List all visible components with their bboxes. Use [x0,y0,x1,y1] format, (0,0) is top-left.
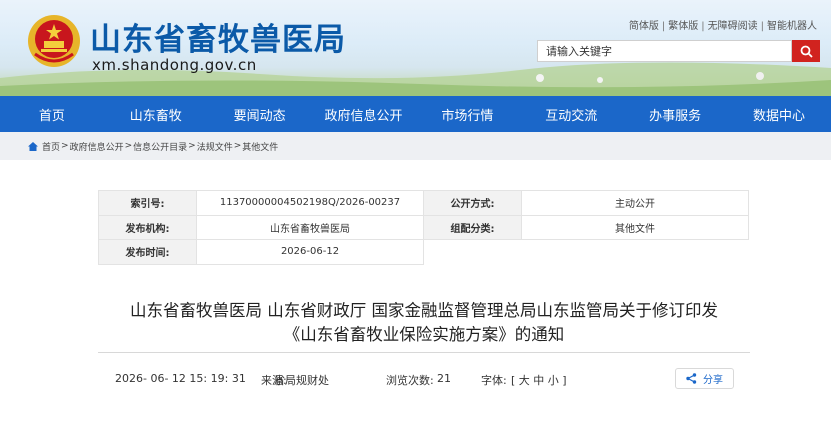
share-label: 分享 [703,375,723,386]
breadcrumb-other-docs[interactable]: 其他文件 [242,140,278,153]
breadcrumb-info-catalog[interactable]: 信息公开目录 [133,140,187,153]
meta-row: 发布机构: 山东省畜牧兽医局 组配分类: 其他文件 [98,214,749,240]
title-line-2: 《山东省畜牧业保险实施方案》的通知 [283,325,565,344]
national-emblem-icon [28,15,80,67]
breadcrumb-separator: > [61,141,69,151]
nav-shandong-livestock[interactable]: 山东畜牧 [104,96,208,132]
top-links: 简体版 | 繁体版 | 无障碍阅读 | 智能机器人 [629,17,817,32]
search-bar [537,40,820,62]
date-label: 发布时间: [98,239,197,265]
meta-row: 发布时间: 2026-06-12 [98,239,749,265]
share-button[interactable]: 分享 [675,368,734,389]
empty-cell [522,240,749,265]
search-icon [800,45,813,58]
nav-news[interactable]: 要闻动态 [208,96,312,132]
link-accessible[interactable]: 无障碍阅读 [708,21,758,32]
org-label: 发布机构: [98,214,197,240]
share-icon [686,373,697,384]
breadcrumb-gov-info[interactable]: 政府信息公开 [70,140,124,153]
method-label: 公开方式: [423,190,522,216]
meta-row: 索引号: 11370000004502198Q/2026-00237 公开方式:… [98,190,749,216]
nav-gov-info[interactable]: 政府信息公开 [312,96,416,132]
index-value: 11370000004502198Q/2026-00237 [196,190,424,216]
link-robot[interactable]: 智能机器人 [767,21,817,32]
breadcrumb-separator: > [124,141,133,151]
nav-market[interactable]: 市场行情 [416,96,520,132]
method-value: 主动公开 [521,190,749,216]
home-icon [28,141,38,151]
link-separator: | [760,21,764,32]
link-traditional[interactable]: 繁体版 [668,21,698,32]
main-nav: 首页 山东畜牧 要闻动态 政府信息公开 市场行情 互动交流 办事服务 数据中心 [0,96,831,132]
document-meta-table: 索引号: 11370000004502198Q/2026-00237 公开方式:… [98,190,749,265]
nav-interaction[interactable]: 互动交流 [519,96,623,132]
nav-data-center[interactable]: 数据中心 [727,96,831,132]
breadcrumb: 首页 > 政府信息公开 > 信息公开目录 > 法规文件 > 其他文件 [0,132,831,160]
link-separator: | [661,21,666,32]
views-count: 21 [437,372,451,385]
index-label: 索引号: [98,190,197,216]
nav-home[interactable]: 首页 [0,96,104,132]
breadcrumb-separator: > [188,141,196,151]
org-value: 山东省畜牧兽医局 [196,214,424,240]
breadcrumb-home[interactable]: 首页 [42,140,60,153]
breadcrumb-separator: > [233,141,242,151]
site-name[interactable]: 山东省畜牧兽医局 [90,14,346,59]
nav-services[interactable]: 办事服务 [623,96,727,132]
search-button[interactable] [792,40,820,62]
breadcrumb-regulations[interactable]: 法规文件 [197,140,233,153]
views-label: 浏览次数: [386,374,434,387]
title-divider [98,352,750,353]
empty-cell [424,240,522,265]
site-header: 山东省畜牧兽医局 xm.shandong.gov.cn 简体版 | 繁体版 | 无障碍阅… [0,0,831,96]
font-size-label: 字体: [481,374,507,387]
date-value: 2026-06-12 [196,239,424,265]
font-size-switcher[interactable]: [ 大 中 小 ] [511,372,567,388]
link-simplified[interactable]: 简体版 [629,21,659,32]
source-value: 省局规财处 [274,374,329,387]
search-input[interactable] [537,40,792,62]
link-separator: | [701,21,705,32]
article-title: 山东省畜牧兽医局 山东省财政厅 国家金融监督管理总局山东监管局关于修订印发 《山… [98,299,750,347]
category-label: 组配分类: [423,214,522,240]
site-domain: xm.shandong.gov.cn [92,56,257,74]
category-value: 其他文件 [521,214,749,240]
publish-datetime: 2026- 06- 12 15: 19: 31 [115,372,246,385]
title-line-1: 山东省畜牧兽医局 山东省财政厅 国家金融监督管理总局山东监管局关于修订印发 [130,301,718,320]
